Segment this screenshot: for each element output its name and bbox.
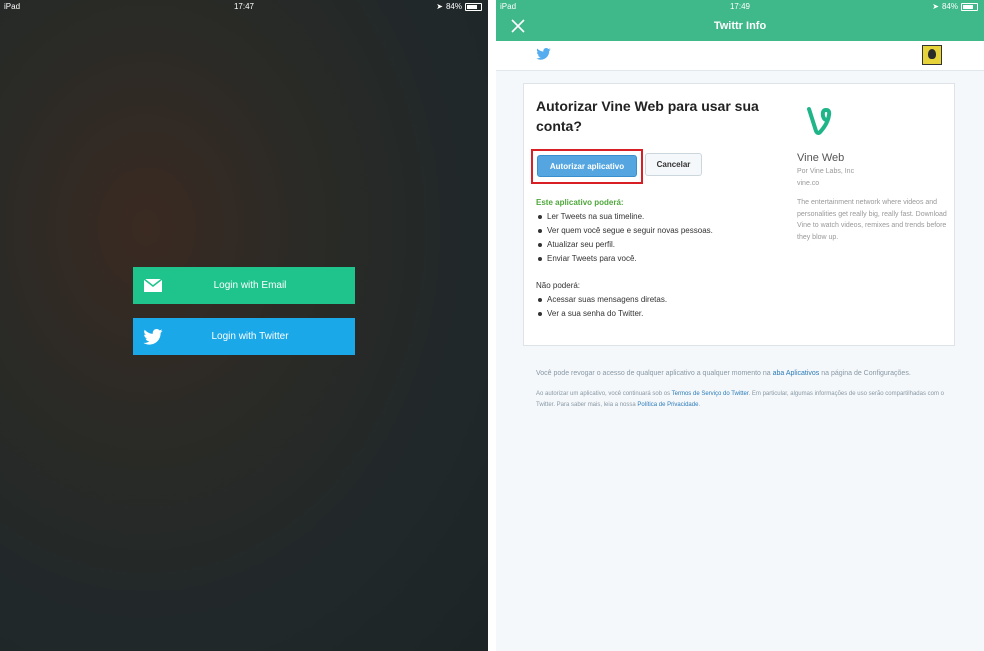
top-bar: iPad 17:49 ➤ 84% Twittr Info <box>496 0 984 41</box>
clock: 17:47 <box>233 2 255 11</box>
battery-percent: 84% <box>941 2 958 11</box>
list-item: Ver quem você segue e seguir novas pesso… <box>536 224 713 238</box>
twitter-bird-icon[interactable] <box>536 48 551 60</box>
twitter-header <box>496 41 984 71</box>
list-item: Atualizar seu perfil. <box>536 238 713 252</box>
cancel-button[interactable]: Cancelar <box>645 153 702 176</box>
highlight-box: Autorizar aplicativo <box>531 149 643 184</box>
battery-icon <box>961 2 978 11</box>
status-bar: iPad 17:47 ➤ 84% <box>0 0 488 14</box>
app-description: The entertainment network where videos a… <box>797 199 947 241</box>
location-icon: ➤ <box>932 2 939 11</box>
status-bar: iPad 17:49 ➤ 84% <box>496 0 984 14</box>
twitter-bird-icon <box>133 328 173 345</box>
battery-percent: 84% <box>445 2 462 11</box>
battery-icon <box>465 2 482 11</box>
cannot-list: Acessar suas mensagens diretas. Ver a su… <box>536 293 667 321</box>
login-email-button[interactable]: Login with Email <box>133 267 355 304</box>
envelope-icon <box>133 279 173 292</box>
login-screen: iPad 17:47 ➤ 84% Login with Email Login … <box>0 0 488 651</box>
terms-notice: Ao autorizar um aplicativo, você continu… <box>536 391 944 408</box>
authorize-card: Autorizar Vine Web para usar sua conta? … <box>523 83 955 346</box>
list-item: Ver a sua senha do Twitter. <box>536 307 667 321</box>
clock: 17:49 <box>729 2 751 11</box>
list-item: Enviar Tweets para você. <box>536 252 713 266</box>
can-heading: Este aplicativo poderá: <box>536 198 624 207</box>
terms-link[interactable]: Termos de Serviço do Twitter <box>672 391 749 397</box>
cannot-heading: Não poderá: <box>536 281 581 290</box>
list-item: Acessar suas mensagens diretas. <box>536 293 667 307</box>
login-twitter-label: Login with Twitter <box>211 331 289 342</box>
authorize-heading: Autorizar Vine Web para usar sua conta? <box>536 98 759 134</box>
apps-tab-link[interactable]: aba Aplicativos <box>773 370 820 377</box>
app-url: vine.co <box>797 180 820 187</box>
twitter-authorize-screen: iPad 17:49 ➤ 84% Twittr Info Autorizar V… <box>496 0 984 651</box>
avatar[interactable] <box>922 45 942 65</box>
login-email-label: Login with Email <box>213 280 287 291</box>
revoke-notice: Você pode revogar o acesso de qualquer a… <box>536 370 911 377</box>
app-name: Vine Web <box>797 152 845 164</box>
vine-logo-icon <box>807 107 832 135</box>
privacy-link[interactable]: Política de Privacidade <box>637 402 698 408</box>
list-item: Ler Tweets na sua timeline. <box>536 210 713 224</box>
page-title: Twittr Info <box>713 20 767 32</box>
can-list: Ler Tweets na sua timeline. Ver quem voc… <box>536 210 713 266</box>
authorize-app-button[interactable]: Autorizar aplicativo <box>537 155 637 177</box>
app-publisher: Por Vine Labs, Inc <box>797 168 855 175</box>
footer-notice: Você pode revogar o acesso de qualquer a… <box>536 368 946 411</box>
location-icon: ➤ <box>436 2 443 11</box>
login-twitter-button[interactable]: Login with Twitter <box>133 318 355 355</box>
